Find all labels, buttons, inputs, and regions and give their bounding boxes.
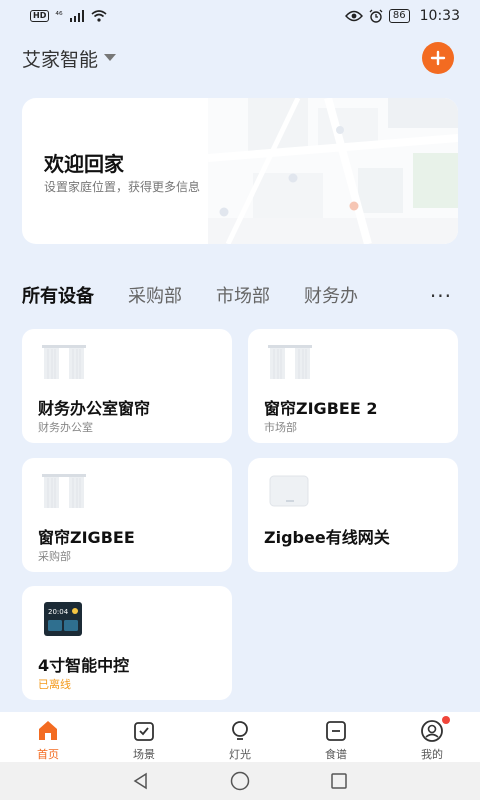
nav-recipe-label: 食谱	[325, 748, 347, 761]
tab-marketing[interactable]: 市场部	[216, 282, 270, 308]
clock: 10:33	[419, 8, 460, 24]
device-name: Zigbee有线网关	[264, 528, 390, 547]
wifi-icon	[91, 10, 107, 22]
nav-profile[interactable]: 我的	[402, 716, 462, 762]
home-circle-icon[interactable]	[229, 770, 251, 792]
nav-profile-label: 我的	[421, 748, 443, 761]
battery-indicator: 86	[388, 9, 410, 23]
welcome-title: 欢迎回家	[44, 152, 124, 176]
back-icon[interactable]	[131, 771, 151, 791]
room-tabs: 所有设备 采购部 市场部 财务办 ···	[0, 280, 480, 310]
device-card[interactable]: 财务办公室窗帘 财务办公室	[22, 329, 232, 443]
welcome-card[interactable]: 欢迎回家 设置家庭位置，获得更多信息	[22, 98, 458, 244]
tabs-fade	[370, 280, 430, 310]
scene-icon	[131, 718, 157, 744]
more-tabs-button[interactable]: ···	[423, 284, 452, 308]
device-name: 窗帘ZIGBEE 2	[264, 399, 378, 418]
hd-badge: HD	[30, 10, 50, 22]
device-card[interactable]: 窗帘ZIGBEE 采购部	[22, 458, 232, 572]
notification-badge	[442, 716, 450, 724]
nav-scene[interactable]: 场景	[114, 718, 174, 762]
home-name: 艾家智能	[22, 48, 99, 71]
welcome-subtitle: 设置家庭位置，获得更多信息	[44, 180, 201, 194]
device-name: 财务办公室窗帘	[38, 399, 151, 418]
plus-icon	[430, 50, 446, 66]
signal-icon	[69, 10, 84, 22]
control-panel-icon: 20:04	[44, 602, 82, 636]
gateway-icon	[269, 475, 309, 507]
device-status-offline: 已离线	[38, 678, 71, 691]
tab-purchasing[interactable]: 采购部	[128, 282, 182, 308]
home-selector[interactable]: 艾家智能	[22, 45, 117, 72]
recents-icon[interactable]	[329, 771, 349, 791]
bottom-nav: 首页 场景 灯光 食谱 我的	[0, 712, 480, 762]
device-room: 采购部	[38, 550, 71, 563]
device-card[interactable]: 20:04 4寸智能中控 已离线	[22, 586, 232, 700]
curtain-icon	[42, 474, 86, 508]
status-bar: HD ⁴⁶ 86 10:33	[0, 0, 480, 32]
nav-home[interactable]: 首页	[18, 718, 78, 762]
nav-light[interactable]: 灯光	[210, 718, 270, 762]
curtain-icon	[268, 345, 312, 379]
add-button[interactable]	[422, 42, 454, 74]
device-name: 窗帘ZIGBEE	[38, 528, 135, 547]
home-icon	[35, 718, 61, 744]
eye-icon	[344, 10, 363, 22]
device-name: 4寸智能中控	[38, 656, 130, 675]
bulb-icon	[227, 718, 253, 744]
alarm-icon	[369, 9, 383, 23]
device-card[interactable]: 窗帘ZIGBEE 2 市场部	[248, 329, 458, 443]
caret-down-icon	[104, 54, 117, 61]
nav-home-label: 首页	[37, 748, 59, 761]
profile-icon	[419, 718, 445, 744]
panel-time: 20:04	[48, 608, 69, 616]
device-card[interactable]: Zigbee有线网关	[248, 458, 458, 572]
device-room: 市场部	[264, 421, 297, 434]
map-illustration	[208, 98, 458, 244]
nav-scene-label: 场景	[133, 748, 155, 761]
tab-all-devices[interactable]: 所有设备	[22, 282, 94, 308]
tab-finance[interactable]: 财务办	[304, 282, 358, 308]
device-room: 财务办公室	[38, 421, 93, 434]
system-nav-bar	[0, 762, 480, 800]
network-label: ⁴⁶	[55, 11, 63, 21]
recipe-icon	[323, 718, 349, 744]
header: 艾家智能	[0, 38, 480, 78]
curtain-icon	[42, 345, 86, 379]
nav-recipe[interactable]: 食谱	[306, 718, 366, 762]
nav-light-label: 灯光	[229, 748, 251, 761]
